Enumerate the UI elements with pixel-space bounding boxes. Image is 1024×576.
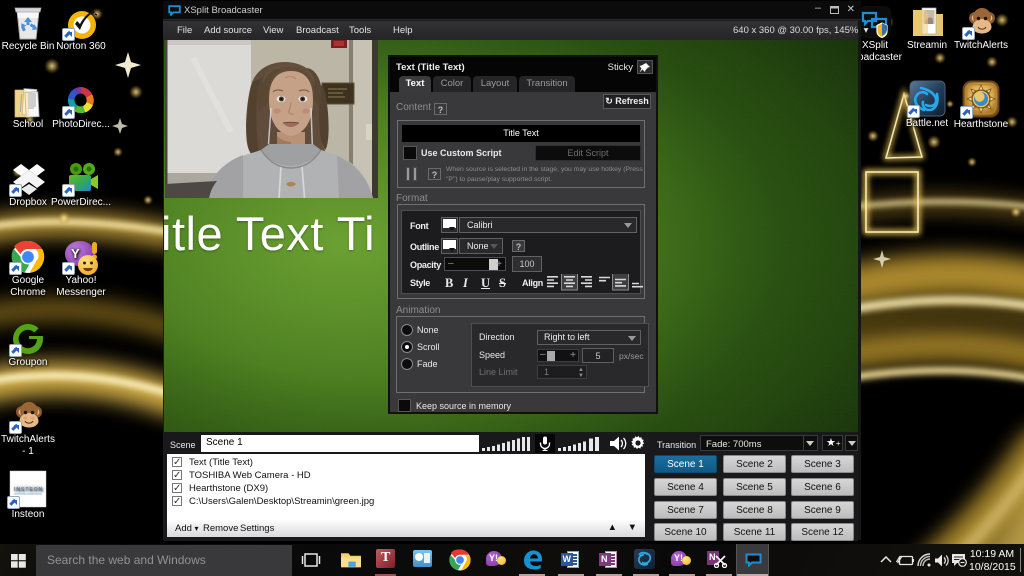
svg-text:INSTEON: INSTEON <box>14 487 43 493</box>
svg-text:Y: Y <box>71 246 80 261</box>
